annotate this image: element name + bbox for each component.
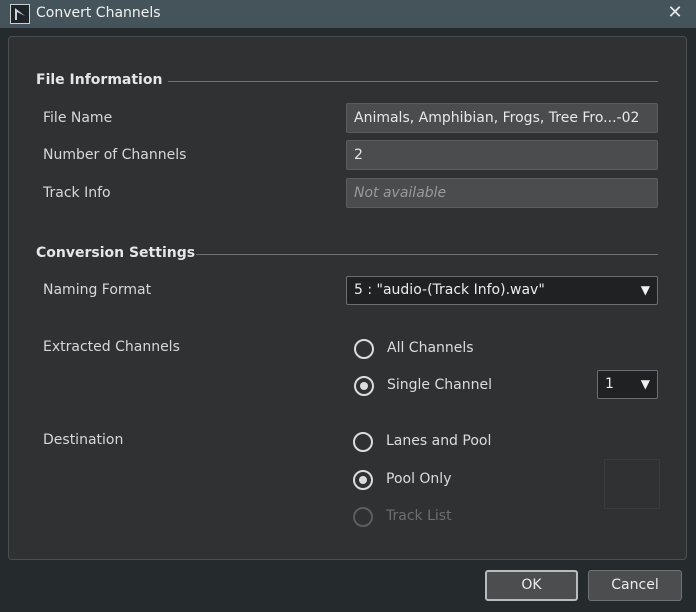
file-name-field: Animals, Amphibian, Frogs, Tree Fro...-0…: [346, 103, 658, 133]
close-icon[interactable]: ✕: [664, 2, 686, 24]
radio-dot: [360, 382, 368, 390]
file-name-label: File Name: [43, 110, 113, 126]
channel-number-select[interactable]: 1 ▼: [597, 370, 658, 399]
radio-circle: [354, 376, 374, 396]
section-divider: [168, 81, 658, 82]
chevron-down-icon: ▼: [640, 283, 650, 297]
file-information-heading: File Information: [36, 72, 163, 88]
number-of-channels-field: 2: [346, 140, 658, 170]
radio-pool-only[interactable]: Pool Only: [353, 469, 533, 491]
app-logo-icon: [10, 4, 30, 24]
faint-frame: [604, 459, 660, 509]
radio-label: All Channels: [387, 340, 474, 356]
cancel-button[interactable]: Cancel: [588, 570, 682, 601]
radio-label: Lanes and Pool: [386, 433, 492, 449]
radio-circle: [354, 339, 374, 359]
radio-circle: [353, 507, 373, 527]
extracted-channels-label: Extracted Channels: [43, 339, 180, 355]
radio-label: Track List: [386, 508, 452, 524]
channel-number-value: 1: [605, 376, 614, 392]
radio-circle: [353, 470, 373, 490]
window-title: Convert Channels: [36, 5, 161, 21]
radio-label: Single Channel: [387, 377, 492, 393]
radio-dot: [359, 476, 367, 484]
ok-button[interactable]: OK: [485, 570, 578, 601]
radio-circle: [353, 432, 373, 452]
track-info-label: Track Info: [43, 185, 111, 201]
conversion-settings-heading: Conversion Settings: [36, 245, 196, 261]
radio-label: Pool Only: [386, 471, 452, 487]
section-divider: [196, 254, 658, 255]
radio-lanes-and-pool[interactable]: Lanes and Pool: [353, 431, 533, 453]
naming-format-label: Naming Format: [43, 282, 152, 298]
chevron-down-icon: ▼: [640, 377, 650, 391]
naming-format-select[interactable]: 5 : "audio-(Track Info).wav" ▼: [346, 276, 658, 305]
radio-track-list[interactable]: Track List: [353, 506, 533, 528]
destination-label: Destination: [43, 432, 124, 448]
number-of-channels-label: Number of Channels: [43, 147, 187, 163]
title-bar: Convert Channels ✕: [0, 0, 696, 28]
track-info-field: Not available: [346, 178, 658, 208]
naming-format-value: 5 : "audio-(Track Info).wav": [354, 282, 545, 298]
radio-all-channels[interactable]: All Channels: [354, 338, 534, 360]
radio-single-channel[interactable]: Single Channel: [354, 375, 534, 397]
